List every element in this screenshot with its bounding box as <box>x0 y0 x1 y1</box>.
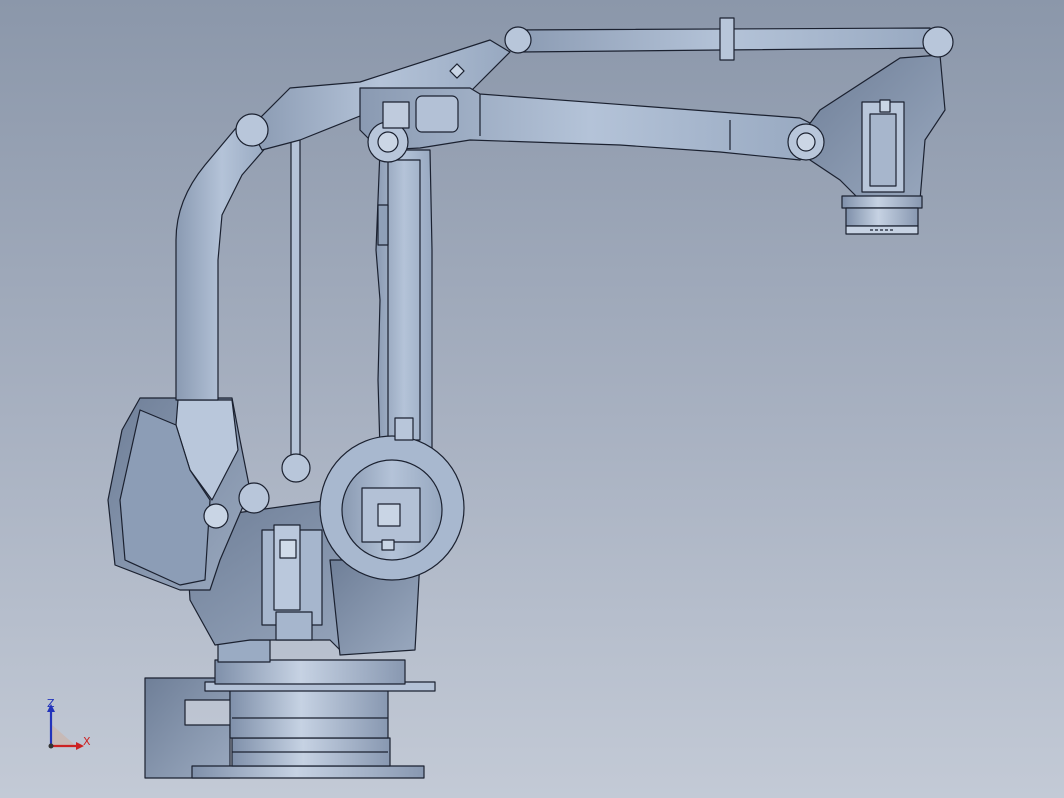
rear-arm <box>175 117 269 401</box>
joint-housing <box>238 482 270 514</box>
z-axis-label: Z <box>47 697 55 710</box>
shoulder-motor <box>319 417 465 581</box>
joint-tiebar-end <box>922 26 954 58</box>
joint-link-top <box>504 26 532 54</box>
rod-lower-joint <box>281 453 311 483</box>
link-rod <box>290 137 301 457</box>
axis-triad: Z X <box>38 696 98 758</box>
cad-viewport[interactable]: Z X <box>0 0 1064 798</box>
base-pedestal <box>144 639 436 779</box>
tool-flange <box>841 195 923 235</box>
joint-rear-top <box>235 113 269 147</box>
robot-arm-model[interactable] <box>0 0 1064 798</box>
main-upper-arm <box>375 149 433 451</box>
x-axis-label: X <box>83 735 91 748</box>
